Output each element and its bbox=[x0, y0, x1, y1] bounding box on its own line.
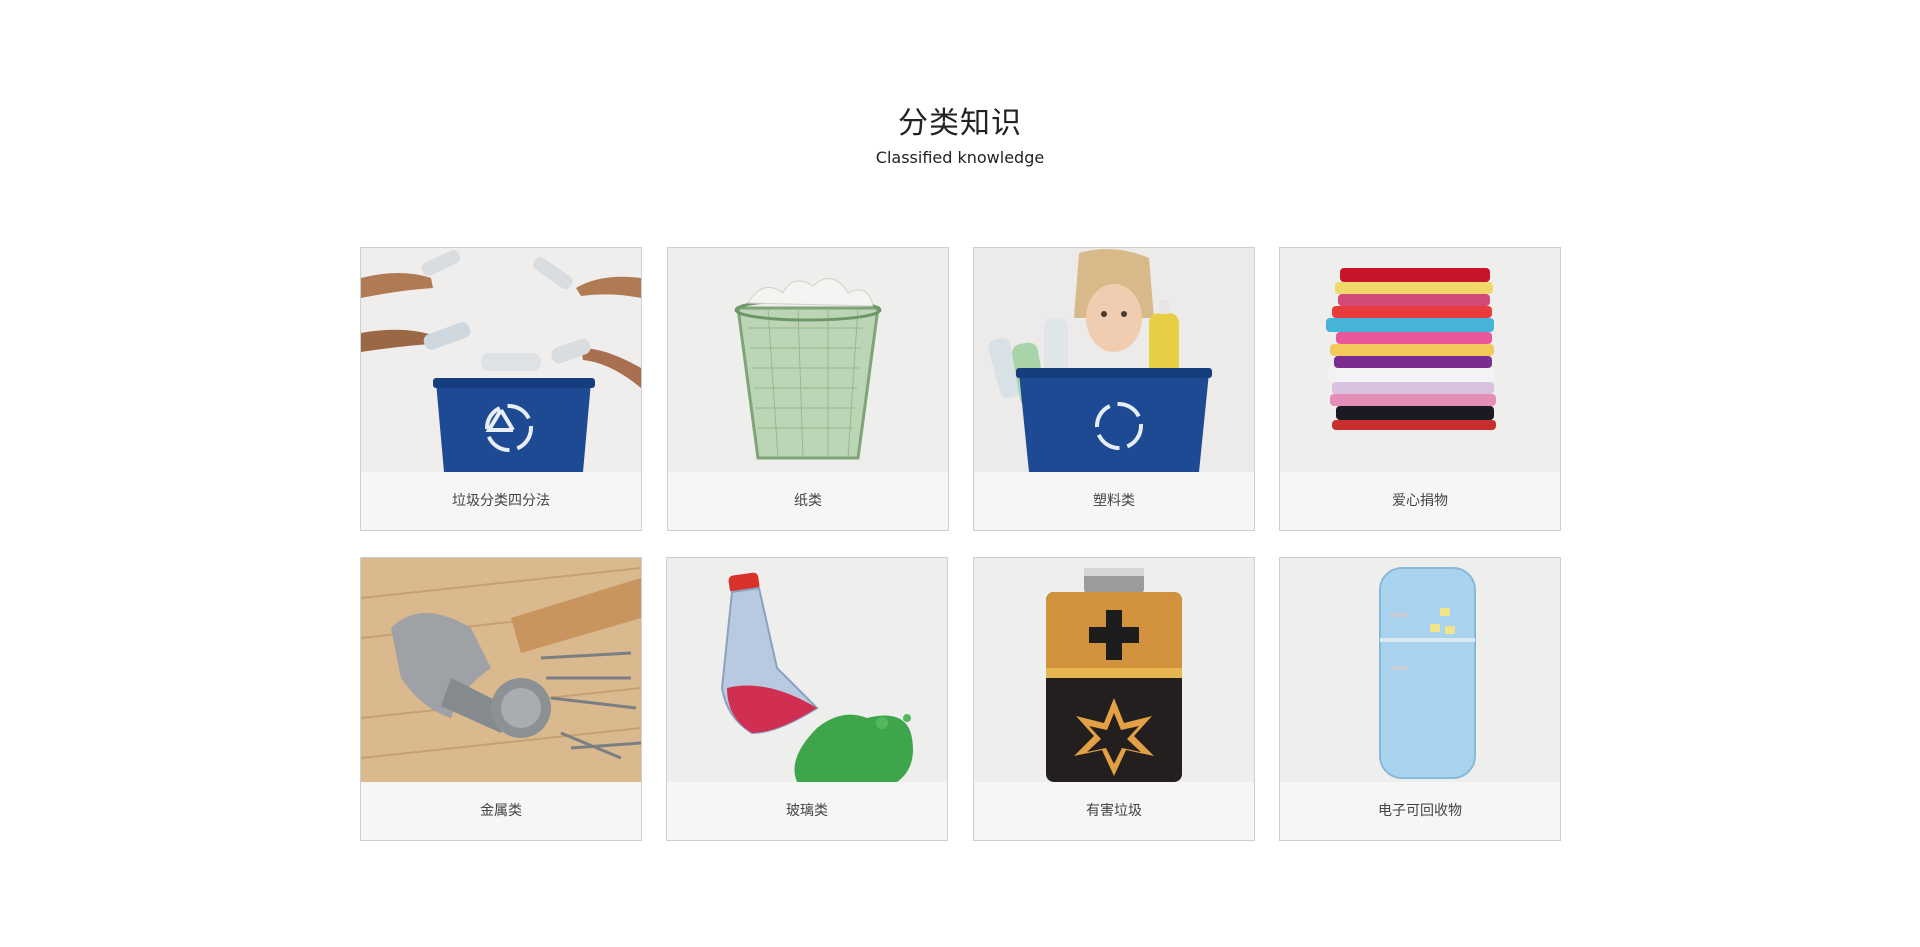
recycling-hands-icon bbox=[361, 248, 641, 472]
section-subtitle: Classified knowledge bbox=[875, 148, 1045, 167]
category-card-electronics[interactable]: 电子可回收物 bbox=[1279, 557, 1561, 841]
refrigerator-icon bbox=[1280, 558, 1560, 782]
clothes-stack-icon bbox=[1280, 248, 1560, 472]
category-label: 爱心捐物 bbox=[1280, 472, 1560, 530]
category-label: 塑料类 bbox=[974, 472, 1254, 530]
category-card-donation[interactable]: 爱心捐物 bbox=[1279, 247, 1561, 531]
category-label: 纸类 bbox=[668, 472, 948, 530]
category-card-metal[interactable]: 金属类 bbox=[360, 557, 642, 841]
category-label: 玻璃类 bbox=[667, 782, 947, 840]
paper-bin-icon bbox=[668, 248, 948, 472]
glass-bottle-icon bbox=[667, 558, 947, 782]
category-card-glass[interactable]: 玻璃类 bbox=[666, 557, 948, 841]
category-card-plastic[interactable]: 塑料类 bbox=[973, 247, 1255, 531]
category-label: 垃圾分类四分法 bbox=[361, 472, 641, 530]
battery-icon bbox=[974, 558, 1254, 782]
category-label: 金属类 bbox=[361, 782, 641, 840]
category-card-hazardous[interactable]: 有害垃圾 bbox=[973, 557, 1255, 841]
category-card-four-way-sorting[interactable]: 垃圾分类四分法 bbox=[360, 247, 642, 531]
category-label: 电子可回收物 bbox=[1280, 782, 1560, 840]
hammer-nails-icon bbox=[361, 558, 641, 782]
category-card-paper[interactable]: 纸类 bbox=[667, 247, 949, 531]
category-label: 有害垃圾 bbox=[974, 782, 1254, 840]
plastic-bottles-icon bbox=[974, 248, 1254, 472]
section-title: 分类知识 bbox=[898, 106, 1022, 141]
